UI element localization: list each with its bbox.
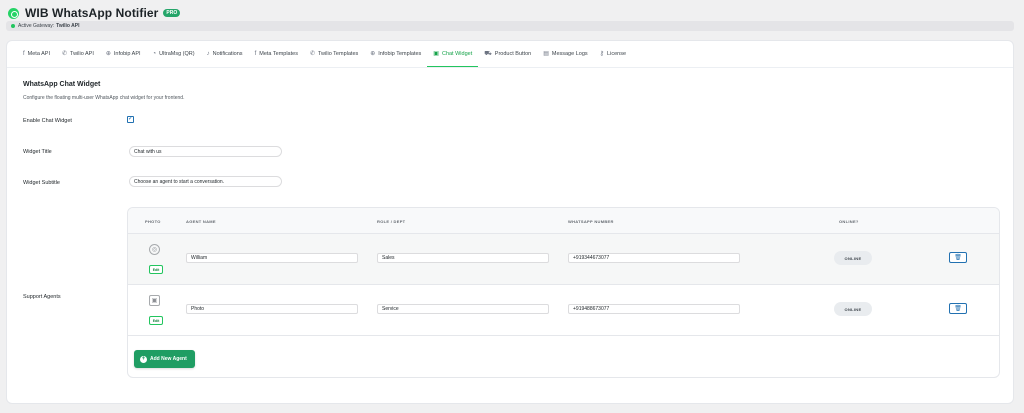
tab-label: Chat Widget	[441, 50, 473, 57]
gateway-status-bar: Active Gateway: Twilio API	[6, 21, 1014, 31]
chat-icon: ▣	[433, 51, 439, 57]
tab-label: Twilio API	[70, 50, 94, 57]
widget-subtitle-label: Widget Subtitle	[23, 180, 60, 186]
tab-license[interactable]: ⚷ License	[594, 41, 632, 67]
agent-role-input[interactable]: Sales	[377, 253, 549, 263]
tab-twilio-templates[interactable]: ✆ Twilio Templates	[304, 41, 364, 67]
column-header-online: ONLINE?	[839, 219, 859, 224]
tab-meta-api[interactable]: f Meta API	[17, 41, 56, 67]
tab-twilio-api[interactable]: ✆ Twilio API	[56, 41, 100, 67]
trash-icon: 🗑	[954, 306, 962, 312]
gateway-value: Twilio API	[56, 23, 80, 29]
online-toggle[interactable]: ONLINE	[834, 302, 872, 316]
phone-icon: ✆	[62, 51, 68, 57]
key-icon: ⚷	[599, 51, 605, 57]
delete-agent-button[interactable]: 🗑	[949, 252, 967, 263]
tab-label: Product Button	[494, 50, 532, 57]
bell-icon: ♪	[206, 50, 210, 57]
column-header-photo: PHOTO	[145, 219, 161, 224]
add-new-agent-label: Add New Agent	[150, 356, 187, 362]
tab-label: Meta Templates	[259, 50, 298, 57]
tab-label: License	[607, 50, 627, 57]
whatsapp-logo-icon	[8, 7, 19, 19]
facebook-icon: f	[23, 50, 25, 57]
widget-title-input[interactable]: Chat with us	[129, 146, 282, 157]
user-avatar-icon[interactable]: ◎	[149, 244, 160, 255]
support-agents-table: PHOTO AGENT NAME ROLE / DEPT WHATSAPP NU…	[127, 207, 1000, 378]
tab-label: Message Logs	[551, 50, 588, 57]
tab-message-logs[interactable]: ▤ Message Logs	[537, 41, 593, 67]
agent-name-input[interactable]: William	[186, 253, 358, 263]
online-toggle[interactable]: ONLINE	[834, 251, 872, 265]
tab-label: Infobip API	[113, 50, 141, 57]
section-description: Configure the floating multi-user WhatsA…	[23, 95, 185, 101]
tab-bar: f Meta API ✆ Twilio API ⊕ Infobip API ◔ UltraMs…	[17, 41, 632, 67]
plus-icon: +	[140, 355, 147, 363]
gateway-label: Active Gateway:	[18, 23, 55, 29]
agent-number-input[interactable]: +919488673077	[568, 304, 740, 314]
tab-label: Meta API	[27, 50, 50, 57]
agent-number-input[interactable]: +919344673077	[568, 253, 740, 263]
list-icon: ▤	[543, 51, 549, 57]
pro-badge: PRO	[163, 9, 181, 17]
column-header-role: ROLE / DEPT	[377, 219, 406, 224]
tab-infobip-templates[interactable]: ⊕ Infobip Templates	[364, 41, 427, 67]
tab-chat-widget[interactable]: ▣ Chat Widget	[427, 41, 479, 67]
tab-infobip-api[interactable]: ⊕ Infobip API	[100, 41, 147, 67]
table-row: ▣ Edit Photo Service +919488673077 ONLIN…	[128, 285, 999, 336]
table-header: PHOTO AGENT NAME ROLE / DEPT WHATSAPP NU…	[128, 208, 999, 234]
delete-agent-button[interactable]: 🗑	[949, 303, 967, 314]
cart-icon: ⛟	[484, 50, 492, 57]
column-header-agent-name: AGENT NAME	[186, 219, 216, 224]
status-dot-icon	[11, 24, 15, 28]
enable-chat-widget-checkbox[interactable]: ✓	[127, 116, 134, 123]
support-agents-label: Support Agents	[23, 294, 61, 300]
edit-photo-button[interactable]: Edit	[149, 316, 163, 325]
edit-photo-button[interactable]: Edit	[149, 265, 163, 274]
phone-icon: ✆	[309, 51, 315, 57]
tab-label: Twilio Templates	[318, 50, 359, 57]
tab-label: Notifications	[212, 50, 243, 57]
agent-name-input[interactable]: Photo	[186, 304, 358, 314]
settings-card: f Meta API ✆ Twilio API ⊕ Infobip API ◔ UltraMs…	[6, 40, 1014, 404]
facebook-icon: f	[254, 50, 257, 57]
tab-notifications[interactable]: ♪ Notifications	[201, 41, 249, 67]
globe-icon: ⊕	[105, 51, 111, 57]
widget-subtitle-input[interactable]: Choose an agent to start a conversation.	[129, 176, 282, 187]
widget-title-label: Widget Title	[23, 149, 52, 155]
column-header-whatsapp-number: WHATSAPP NUMBER	[568, 219, 614, 224]
section-title: WhatsApp Chat Widget	[23, 81, 101, 88]
image-placeholder-icon[interactable]: ▣	[149, 295, 160, 306]
enable-chat-widget-label: Enable Chat Widget	[23, 118, 72, 124]
table-row: ◎ Edit William Sales +919344673077 ONLIN…	[128, 234, 999, 285]
tab-product-button[interactable]: ⛟ Product Button	[478, 41, 537, 67]
tab-divider	[7, 67, 1013, 68]
globe-icon: ⊕	[370, 51, 376, 57]
agent-role-input[interactable]: Service	[377, 304, 549, 314]
app-title: WIB WhatsApp Notifier	[25, 6, 159, 20]
tab-label: Infobip Templates	[378, 50, 422, 57]
app-header: WIB WhatsApp Notifier PRO	[8, 4, 181, 22]
tab-meta-templates[interactable]: f Meta Templates	[249, 41, 304, 67]
whatsapp-icon: ◔	[152, 50, 157, 57]
trash-icon: 🗑	[954, 255, 962, 261]
tab-label: UltraMsg (QR)	[159, 50, 195, 57]
add-new-agent-button[interactable]: + Add New Agent	[134, 350, 195, 368]
tab-ultramsg-qr[interactable]: ◔ UltraMsg (QR)	[147, 41, 201, 67]
